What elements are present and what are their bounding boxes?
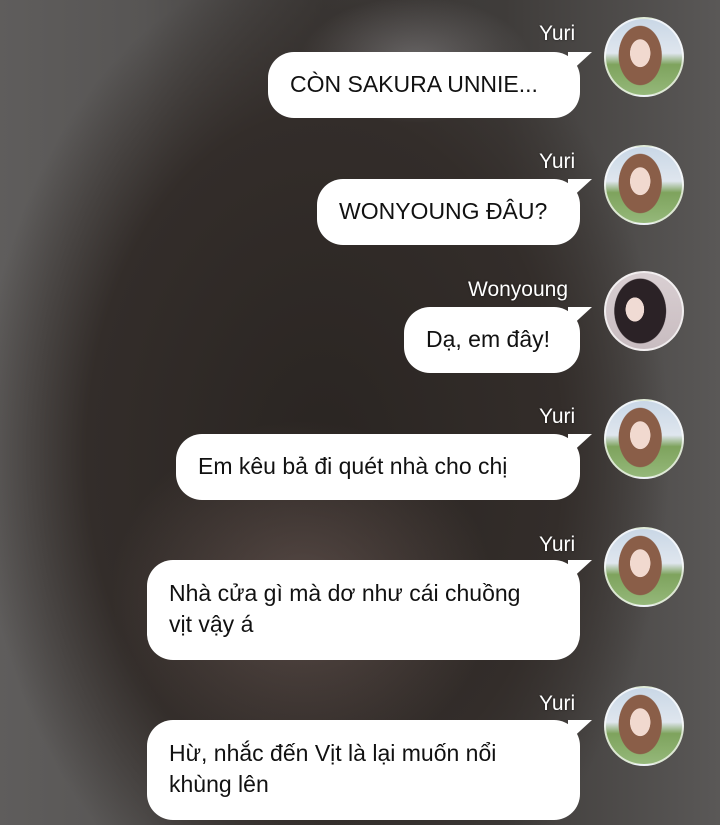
- message-bubble[interactable]: Em kêu bả đi quét nhà cho chị: [176, 434, 592, 500]
- yuri-avatar-icon[interactable]: [604, 399, 684, 479]
- message-bubble[interactable]: Nhà cửa gì mà dơ như cái chuồng vịt vậy …: [147, 560, 592, 660]
- yuri-avatar-icon[interactable]: [604, 527, 684, 607]
- sender-name: Yuri: [539, 405, 576, 428]
- yuri-avatar-icon[interactable]: [604, 686, 684, 766]
- yuri-avatar-icon[interactable]: [604, 17, 684, 97]
- sender-name: Yuri: [539, 150, 576, 173]
- yuri-avatar-icon[interactable]: [604, 145, 684, 225]
- message-bubble[interactable]: CÒN SAKURA UNNIE...: [268, 52, 592, 118]
- message-bubble[interactable]: WONYOUNG ĐÂU?: [317, 179, 592, 245]
- message-text: Dạ, em đây!: [426, 326, 550, 352]
- wonyoung-avatar-icon[interactable]: [604, 271, 684, 351]
- message-bubble[interactable]: Dạ, em đây!: [404, 307, 592, 373]
- message-text: WONYOUNG ĐÂU?: [339, 198, 548, 224]
- sender-name: Yuri: [539, 692, 576, 715]
- sender-name: Wonyoung: [468, 278, 569, 301]
- message-text: Em kêu bả đi quét nhà cho chị: [198, 453, 508, 479]
- message-text: CÒN SAKURA UNNIE...: [290, 71, 538, 97]
- sender-name: Yuri: [539, 22, 576, 45]
- message-text: Hừ, nhắc đến Vịt là lại muốn nổi khùng l…: [169, 740, 497, 797]
- sender-name: Yuri: [539, 533, 576, 556]
- message-bubble[interactable]: Hừ, nhắc đến Vịt là lại muốn nổi khùng l…: [147, 720, 592, 820]
- message-text: Nhà cửa gì mà dơ như cái chuồng vịt vậy …: [169, 580, 521, 637]
